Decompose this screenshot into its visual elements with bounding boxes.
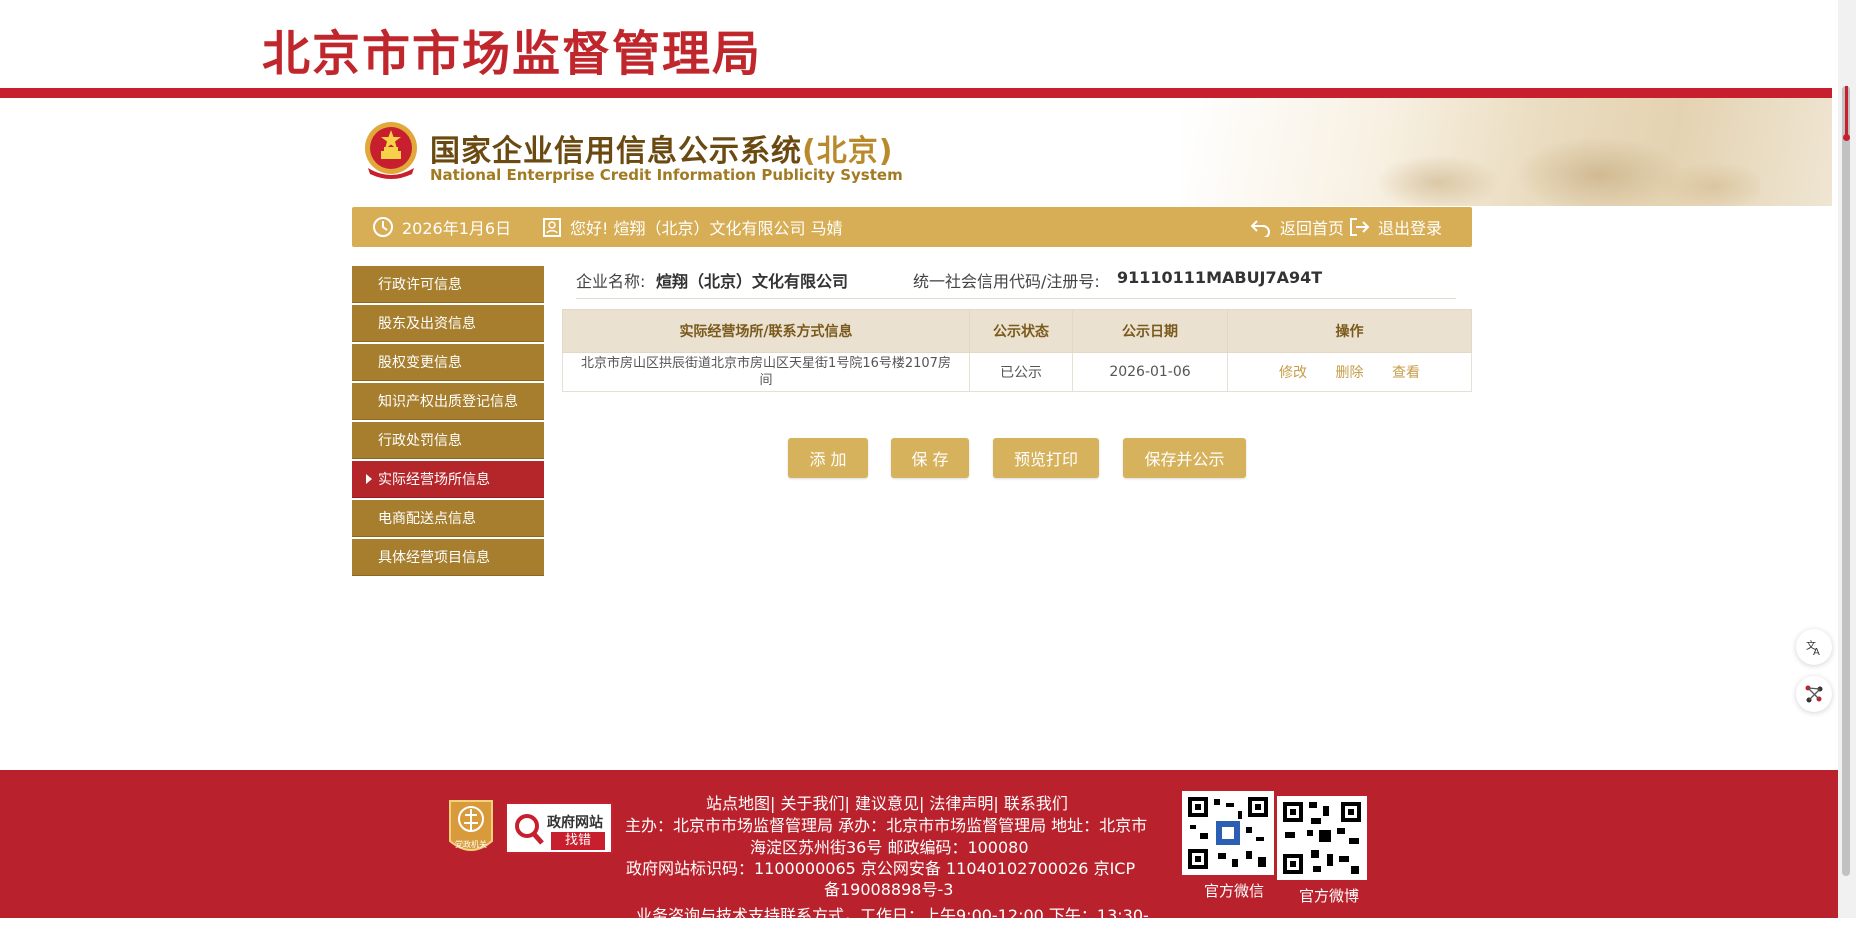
user-bar: 2026年1月6日 您好! 煊翔（北京）文化有限公司 马婧 返回首页 退出登录 (352, 207, 1472, 247)
footer-icp: 备19008898号-3 (824, 880, 954, 899)
gov-site-error-report[interactable]: 政府网站 找错 (505, 802, 613, 854)
site-header: 北京市市场监督管理局 (0, 0, 1832, 88)
sidebar-item-label: 具体经营项目信息 (378, 550, 490, 566)
system-banner (0, 98, 1832, 206)
sidebar-item-label: 知识产权出质登记信息 (378, 394, 518, 410)
home-link-label: 返回首页 (1280, 219, 1345, 238)
greeting-text: 您好! 煊翔（北京）文化有限公司 马婧 (570, 219, 843, 238)
sidebar-item-business-items[interactable]: 具体经营项目信息 (352, 539, 544, 576)
edit-link[interactable]: 修改 (1279, 365, 1307, 381)
user-card-icon (543, 218, 561, 237)
logout-link-label: 退出登录 (1378, 219, 1443, 238)
national-emblem-icon (365, 122, 417, 179)
user-greeting: 您好! 煊翔（北京）文化有限公司 马婧 (542, 207, 843, 247)
cell-actions: 修改 删除 查看 (1227, 352, 1472, 392)
address-line: 间 (759, 373, 773, 388)
banner-mountain-image (1180, 98, 1832, 206)
col-header-status: 公示状态 (969, 309, 1073, 353)
sidebar-item-label: 电商配送点信息 (378, 511, 476, 527)
wechat-qr-code (1182, 791, 1274, 875)
save-and-publish-button[interactable]: 保存并公示 (1123, 438, 1246, 478)
sidebar-item-admin-license[interactable]: 行政许可信息 (352, 266, 544, 303)
company-name-label: 企业名称: (576, 272, 646, 291)
system-title-main: 国家企业信用信息公示系统 (430, 134, 802, 169)
wechat-caption: 官方微信 (1204, 882, 1265, 900)
active-arrow-icon (366, 474, 372, 484)
sidebar-item-business-premises[interactable]: 实际经营场所信息 (352, 461, 544, 498)
system-title-region: (北京) (802, 134, 894, 169)
col-header-actions: 操作 (1227, 309, 1472, 353)
gov-site-error-label: 找错 (551, 832, 605, 850)
delete-link[interactable]: 删除 (1336, 365, 1364, 381)
company-name: 煊翔（北京）文化有限公司 (656, 272, 849, 291)
footer-support: 业务咨询与技术支持联系方式，工作日：上午9:00-12:00 下午：13:30- (636, 906, 1149, 925)
return-icon (1250, 220, 1270, 237)
table-row: 北京市房山区拱辰街道北京市房山区天星街1号院16号楼2107房 间 已公示 20… (562, 352, 1472, 392)
cell-address: 北京市房山区拱辰街道北京市房山区天星街1号院16号楼2107房 间 (562, 352, 970, 392)
weibo-qr-code (1277, 796, 1367, 880)
sidebar-nav: 行政许可信息 股东及出资信息 股权变更信息 知识产权出质登记信息 行政处罚信息 … (352, 266, 544, 578)
weibo-caption: 官方微博 (1299, 887, 1360, 905)
preview-print-button[interactable]: 预览打印 (993, 438, 1099, 478)
add-button[interactable]: 添 加 (788, 438, 868, 478)
magnifier-icon (515, 814, 544, 845)
party-government-badge-icon[interactable]: 党政机关 (446, 797, 496, 859)
home-link[interactable]: 返回首页 (1250, 207, 1344, 247)
date-display: 2026年1月6日 (372, 207, 511, 247)
sidebar-item-ecommerce-delivery[interactable]: 电商配送点信息 (352, 500, 544, 537)
credit-code: 91110111MABUJ7A94T (1117, 268, 1323, 287)
col-header-address: 实际经营场所/联系方式信息 (562, 309, 970, 353)
system-title-english: National Enterprise Credit Information P… (430, 166, 903, 184)
view-link[interactable]: 查看 (1392, 365, 1420, 381)
scroll-position-marker (1845, 86, 1848, 136)
footer-links[interactable]: 站点地图| 关于我们| 建议意见| 法律声明| 联系我们 (706, 790, 1068, 814)
translate-icon: 文A (1806, 639, 1820, 656)
sidebar-item-label: 实际经营场所信息 (378, 472, 490, 488)
sidebar-item-shareholders[interactable]: 股东及出资信息 (352, 305, 544, 342)
network-tool-button[interactable] (1796, 676, 1832, 712)
credit-code-label: 统一社会信用代码/注册号: (913, 272, 1100, 291)
logout-icon (1350, 218, 1370, 236)
sidebar-item-admin-penalty[interactable]: 行政处罚信息 (352, 422, 544, 459)
footer-sponsor: 主办：北京市市场监督管理局 承办：北京市市场监督管理局 地址：北京市 (625, 816, 1148, 835)
sidebar-item-ip-pledge[interactable]: 知识产权出质登记信息 (352, 383, 544, 420)
col-header-date: 公示日期 (1072, 309, 1228, 353)
logout-link[interactable]: 退出登录 (1348, 207, 1442, 247)
system-title: 国家企业信用信息公示系统(北京) (430, 126, 893, 170)
header-divider (0, 88, 1832, 98)
sidebar-item-label: 行政许可信息 (378, 277, 462, 293)
clock-icon (373, 217, 393, 237)
premises-table: 实际经营场所/联系方式信息 公示状态 公示日期 操作 北京市房山区拱辰街道北京市… (562, 309, 1472, 392)
scrollbar-thumb[interactable] (1842, 86, 1850, 876)
sidebar-item-label: 股权变更信息 (378, 355, 462, 371)
site-title: 北京市市场监督管理局 (262, 26, 763, 82)
current-date: 2026年1月6日 (402, 219, 512, 238)
translate-button[interactable]: 文A (1796, 629, 1832, 665)
save-button[interactable]: 保 存 (891, 438, 969, 478)
sidebar-item-equity-change[interactable]: 股权变更信息 (352, 344, 544, 381)
cell-status: 已公示 (969, 352, 1073, 392)
party-badge-label: 党政机关 (455, 839, 487, 849)
scroll-position-dot (1843, 134, 1850, 141)
sidebar-item-label: 行政处罚信息 (378, 433, 462, 449)
sidebar-item-label: 股东及出资信息 (378, 316, 476, 332)
svg-text:A: A (1813, 647, 1820, 656)
cell-date: 2026-01-06 (1072, 352, 1228, 392)
network-icon (1805, 685, 1823, 703)
table-header-row: 实际经营场所/联系方式信息 公示状态 公示日期 操作 (562, 309, 1472, 353)
company-info: 企业名称: 煊翔（北京）文化有限公司 统一社会信用代码/注册号: 9111011… (576, 266, 1456, 299)
address-line: 北京市房山区拱辰街道北京市房山区天星街1号院16号楼2107房 (581, 356, 951, 371)
gov-site-title: 政府网站 (547, 815, 603, 831)
